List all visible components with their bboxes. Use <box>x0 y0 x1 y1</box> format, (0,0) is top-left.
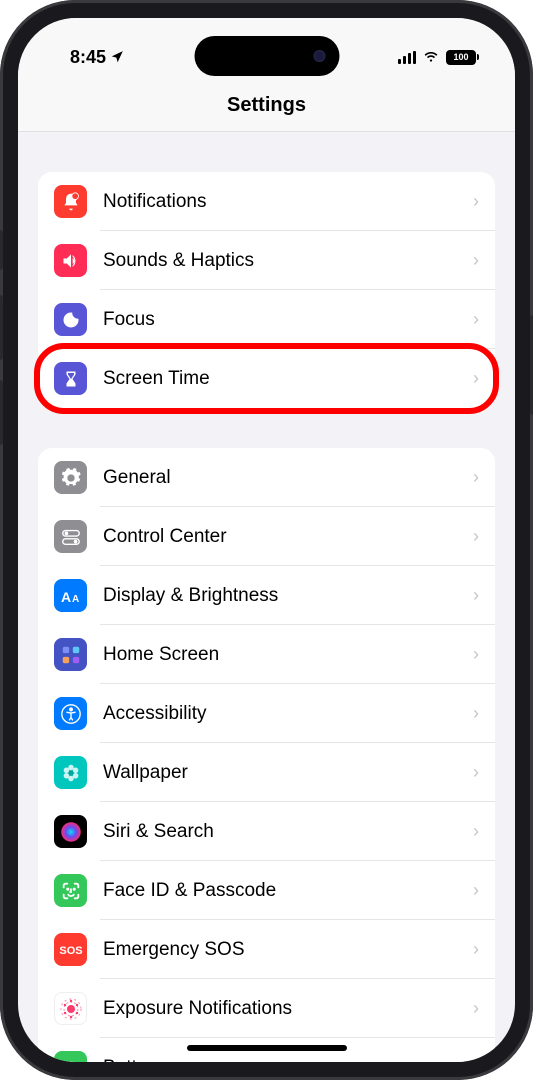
row-label: Face ID & Passcode <box>103 880 473 902</box>
switches-icon <box>54 520 87 553</box>
accessibility-icon <box>54 697 87 730</box>
sos-icon: SOS <box>54 933 87 966</box>
chevron-right-icon: › <box>473 1057 479 1062</box>
settings-row-sounds[interactable]: Sounds & Haptics › <box>38 231 495 290</box>
settings-row-focus[interactable]: Focus › <box>38 290 495 349</box>
content-scroll[interactable]: Notifications › Sounds & Haptics › Focus… <box>18 132 515 1062</box>
settings-row-siri[interactable]: Siri & Search › <box>38 802 495 861</box>
row-label: Exposure Notifications <box>103 998 473 1020</box>
hourglass-icon <box>54 362 87 395</box>
settings-row-display[interactable]: AA Display & Brightness › <box>38 566 495 625</box>
settings-row-accessibility[interactable]: Accessibility › <box>38 684 495 743</box>
side-button <box>0 230 3 270</box>
row-label: Sounds & Haptics <box>103 250 473 272</box>
bell-badge-icon <box>54 185 87 218</box>
screen: 8:45 100 Settings <box>18 18 515 1062</box>
svg-text:A: A <box>61 589 71 605</box>
page-title: Settings <box>18 94 515 117</box>
chevron-right-icon: › <box>473 939 479 960</box>
side-button <box>0 380 3 445</box>
status-time: 8:45 <box>70 47 106 68</box>
home-indicator[interactable] <box>187 1045 347 1051</box>
status-right: 100 <box>398 50 485 65</box>
chevron-right-icon: › <box>473 880 479 901</box>
row-label: Notifications <box>103 191 473 213</box>
chevron-right-icon: › <box>473 467 479 488</box>
wifi-icon <box>422 50 440 64</box>
row-label: Screen Time <box>103 368 473 390</box>
row-label: Display & Brightness <box>103 585 473 607</box>
battery-icon <box>54 1051 87 1062</box>
battery-indicator: 100 <box>446 50 479 65</box>
settings-row-general[interactable]: General › <box>38 448 495 507</box>
faceid-icon <box>54 874 87 907</box>
moon-icon <box>54 303 87 336</box>
settings-row-screen-time[interactable]: Screen Time › <box>38 349 495 408</box>
settings-row-wallpaper[interactable]: Wallpaper › <box>38 743 495 802</box>
gear-icon <box>54 461 87 494</box>
settings-row-notifications[interactable]: Notifications › <box>38 172 495 231</box>
row-label: Accessibility <box>103 703 473 725</box>
row-label: Wallpaper <box>103 762 473 784</box>
chevron-right-icon: › <box>473 309 479 330</box>
row-label: Control Center <box>103 526 473 548</box>
location-icon <box>110 50 124 64</box>
row-label: General <box>103 467 473 489</box>
row-label: Battery <box>103 1057 473 1063</box>
chevron-right-icon: › <box>473 526 479 547</box>
dynamic-island <box>194 36 339 76</box>
side-button <box>0 295 3 360</box>
flower-icon <box>54 756 87 789</box>
settings-section: Notifications › Sounds & Haptics › Focus… <box>38 172 495 408</box>
settings-section: General › Control Center › AA Display & … <box>38 448 495 1062</box>
chevron-right-icon: › <box>473 585 479 606</box>
battery-level: 100 <box>446 50 476 65</box>
row-label: Focus <box>103 309 473 331</box>
chevron-right-icon: › <box>473 821 479 842</box>
exposure-icon <box>54 992 87 1025</box>
text-size-icon: AA <box>54 579 87 612</box>
chevron-right-icon: › <box>473 998 479 1019</box>
row-label: Siri & Search <box>103 821 473 843</box>
cellular-icon <box>398 51 416 64</box>
svg-text:SOS: SOS <box>59 945 82 957</box>
phone-frame: 8:45 100 Settings <box>0 0 533 1080</box>
chevron-right-icon: › <box>473 368 479 389</box>
settings-row-home-screen[interactable]: Home Screen › <box>38 625 495 684</box>
chevron-right-icon: › <box>473 250 479 271</box>
svg-text:A: A <box>72 594 79 605</box>
status-left: 8:45 <box>48 47 124 68</box>
grid-icon <box>54 638 87 671</box>
row-label: Emergency SOS <box>103 939 473 961</box>
chevron-right-icon: › <box>473 762 479 783</box>
chevron-right-icon: › <box>473 644 479 665</box>
settings-row-control-center[interactable]: Control Center › <box>38 507 495 566</box>
speaker-icon <box>54 244 87 277</box>
settings-row-exposure[interactable]: Exposure Notifications › <box>38 979 495 1038</box>
settings-row-faceid[interactable]: Face ID & Passcode › <box>38 861 495 920</box>
settings-row-emergency-sos[interactable]: SOS Emergency SOS › <box>38 920 495 979</box>
siri-icon <box>54 815 87 848</box>
camera-dot <box>313 50 325 62</box>
chevron-right-icon: › <box>473 703 479 724</box>
chevron-right-icon: › <box>473 191 479 212</box>
row-label: Home Screen <box>103 644 473 666</box>
